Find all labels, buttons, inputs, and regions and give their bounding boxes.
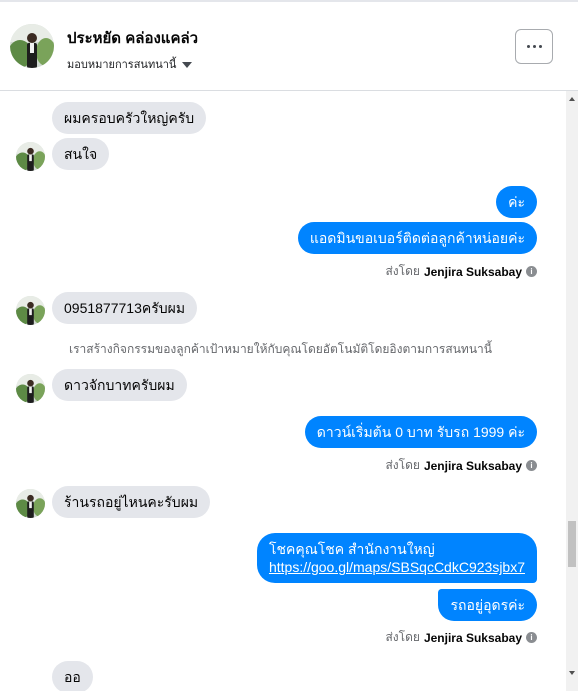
scrollbar-thumb[interactable] xyxy=(568,521,576,567)
message-incoming: ร้านรถอยู่ไหนคะรับผม xyxy=(52,486,211,518)
message-incoming: ดาวจักบาทครับผม xyxy=(52,369,187,401)
conversation-header: ประหยัด คล่องแคล่ว มอบหมายการสนทนานี้ xyxy=(0,0,578,91)
contact-avatar-small xyxy=(16,296,45,325)
message-outgoing-with-link: โชคคุณโชค สำนักงานใหญ่ https://goo.gl/ma… xyxy=(256,533,537,583)
contact-avatar[interactable] xyxy=(10,24,54,68)
message-outgoing: แอดมินขอเบอร์ติดต่อลูกค้าหน่อยค่ะ xyxy=(297,222,537,254)
contact-name: ประหยัด คล่องแคล่ว xyxy=(67,30,199,47)
assign-conversation-dropdown[interactable]: มอบหมายการสนทนานี้ xyxy=(67,55,193,73)
message-incoming: ผมครอบครัวใหญ่ครับ xyxy=(52,102,207,134)
scroll-up-arrow-icon[interactable] xyxy=(569,97,575,101)
caret-down-icon xyxy=(182,61,193,68)
message-incoming: สนใจ xyxy=(52,138,110,170)
contact-avatar-small xyxy=(16,142,45,171)
info-icon[interactable]: i xyxy=(526,632,537,643)
scroll-down-arrow-icon[interactable] xyxy=(569,671,575,675)
message-incoming: 0951877713ครับผม xyxy=(52,292,198,324)
sent-by-label: ส่งโดย Jenjira Suksabay i xyxy=(385,628,537,647)
info-icon[interactable]: i xyxy=(526,266,537,277)
message-text: โชคคุณโชค สำนักงานใหญ่ xyxy=(268,541,435,557)
info-icon[interactable]: i xyxy=(526,460,537,471)
message-outgoing: ค่ะ xyxy=(496,186,537,218)
message-outgoing: ดาวน์เริ่มต้น 0 บาท รับรถ 1999 ค่ะ xyxy=(304,416,537,448)
message-outgoing: รถอยู่อุดรค่ะ xyxy=(438,589,537,621)
map-link[interactable]: https://goo.gl/maps/SBSqcCdkC923sjbx7 xyxy=(269,559,525,575)
top-divider xyxy=(0,0,578,2)
message-incoming: ออ xyxy=(52,661,93,691)
agent-name: Jenjira Suksabay xyxy=(423,264,522,279)
contact-avatar-small xyxy=(16,374,45,403)
agent-name: Jenjira Suksabay xyxy=(423,630,522,645)
contact-avatar-small xyxy=(16,489,45,518)
agent-name: Jenjira Suksabay xyxy=(423,458,522,473)
more-dot-icon xyxy=(526,45,530,48)
assign-label: มอบหมายการสนทนานี้ xyxy=(67,59,177,71)
system-note: เราสร้างกิจกรรมของลูกค้าเป้าหมายให้กับคุ… xyxy=(69,342,492,356)
sent-by-label: ส่งโดย Jenjira Suksabay i xyxy=(385,262,537,281)
scrollbar[interactable] xyxy=(566,91,578,691)
sent-by-label: ส่งโดย Jenjira Suksabay i xyxy=(385,456,537,475)
message-thread[interactable]: ผมครอบครัวใหญ่ครับ สนใจ ค่ะ แอดมินขอเบอร… xyxy=(0,91,566,691)
more-options-button[interactable] xyxy=(515,29,553,64)
